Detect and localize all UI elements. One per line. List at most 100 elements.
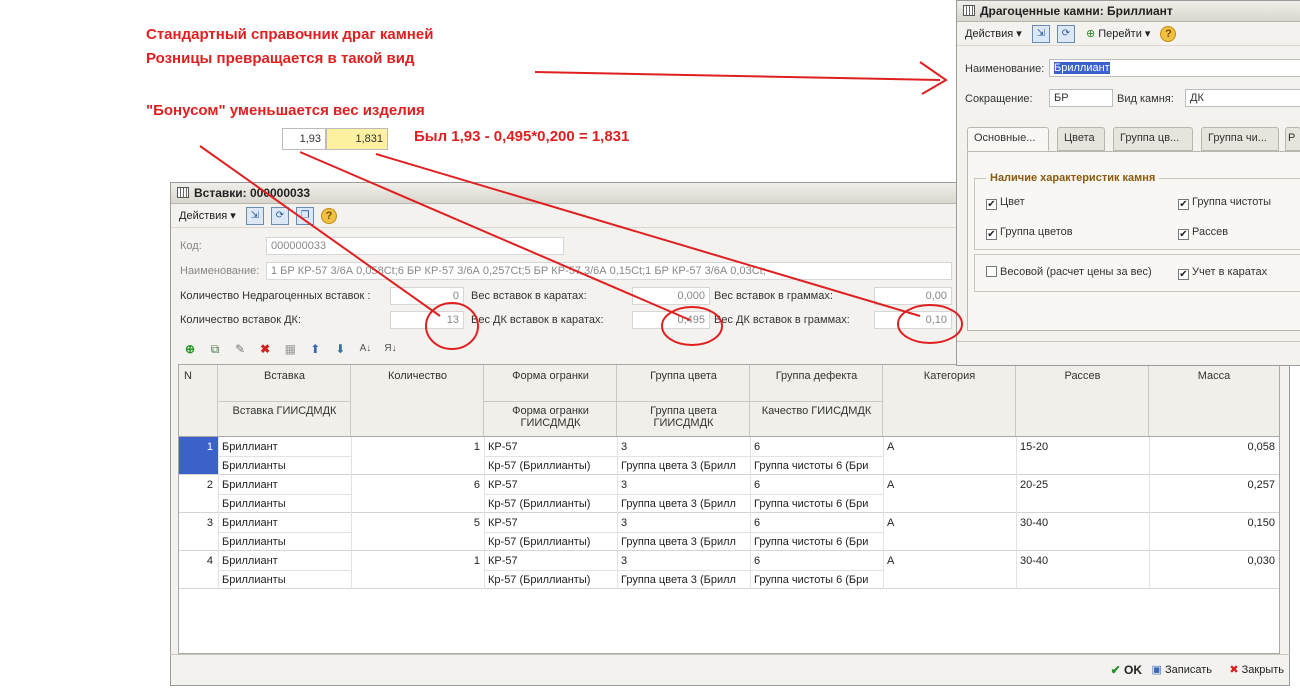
cell-insert[interactable]: Бриллиант	[222, 517, 348, 529]
help-icon[interactable]: ?	[1160, 26, 1177, 42]
cell-qty[interactable]: 1	[355, 555, 480, 567]
tab-color-group[interactable]: Группа цв...	[1113, 127, 1193, 151]
cell-mass[interactable]: 0,150	[1153, 517, 1275, 529]
ok-button[interactable]: ✔ OK	[1111, 663, 1142, 677]
tab-main[interactable]: Основные...	[967, 127, 1049, 151]
stone-name-field[interactable]: Бриллиант	[1049, 59, 1300, 77]
refresh-icon[interactable]: ⟳	[1056, 25, 1075, 43]
save-doc-icon[interactable]: ⇲	[245, 207, 264, 225]
cell-category[interactable]: А	[887, 517, 1013, 529]
col-color-sub[interactable]: Группа цвета ГИИСДМДК	[632, 405, 735, 429]
check-weight-based[interactable]: Весовой (расчет цены за вес)	[986, 266, 1152, 278]
cell-sieve[interactable]: 15-20	[1020, 441, 1146, 453]
cell-mass[interactable]: 0,257	[1153, 479, 1275, 491]
help-icon[interactable]: ?	[321, 208, 338, 224]
check-sieve[interactable]: ✔ Рассев	[1178, 226, 1228, 240]
code-field[interactable]: 000000033	[266, 237, 564, 255]
cell-defect[interactable]: 6	[754, 517, 880, 529]
col-color[interactable]: Группа цвета	[617, 370, 750, 382]
col-cut[interactable]: Форма огранки	[484, 370, 617, 382]
cell-color-sub[interactable]: Группа цвета 3 (Брилл	[621, 536, 747, 548]
col-mass[interactable]: Масса	[1149, 370, 1279, 382]
sort-desc-icon[interactable]: Я↓	[383, 341, 399, 357]
copy-row-icon[interactable]: ⧉	[207, 341, 223, 357]
cell-sieve[interactable]: 20-25	[1020, 479, 1146, 491]
check-carat-account[interactable]: ✔ Учет в каратах	[1178, 266, 1267, 280]
move-up-icon[interactable]: ⬆	[307, 341, 323, 357]
goto-menu[interactable]: ⊕ Перейти ▾	[1082, 25, 1154, 43]
cell-cut[interactable]: КР-57	[488, 555, 614, 567]
cell-mass[interactable]: 0,058	[1153, 441, 1275, 453]
stone-actions-menu[interactable]: Действия ▾	[961, 25, 1026, 43]
cell-defect-sub[interactable]: Группа чистоты 6 (Бри	[754, 574, 880, 586]
cell-defect-sub[interactable]: Группа чистоты 6 (Бри	[754, 460, 880, 472]
col-qty[interactable]: Количество	[351, 370, 484, 382]
cell-insert[interactable]: Бриллиант	[222, 479, 348, 491]
sort-asc-icon[interactable]: A↓	[357, 341, 373, 357]
cell-color[interactable]: 3	[621, 441, 747, 453]
dk-gram-field[interactable]: 0,10	[874, 311, 952, 329]
cell-color-sub[interactable]: Группа цвета 3 (Брилл	[621, 460, 747, 472]
cell-category[interactable]: А	[887, 479, 1013, 491]
col-sieve[interactable]: Рассев	[1016, 370, 1149, 382]
row-number[interactable]: 1	[181, 441, 213, 453]
check-color-group[interactable]: ✔ Группа цветов	[986, 226, 1073, 240]
carat-weight-field[interactable]: 0,000	[632, 287, 710, 305]
cell-insert[interactable]: Бриллиант	[222, 555, 348, 567]
cell-mass[interactable]: 0,030	[1153, 555, 1275, 567]
move-down-icon[interactable]: ⬇	[332, 341, 348, 357]
tab-clarity-group[interactable]: Группа чи...	[1201, 127, 1279, 151]
add-icon[interactable]: ⊕	[182, 341, 198, 357]
cell-cut-sub[interactable]: Кр-57 (Бриллианты)	[488, 460, 614, 472]
cell-sieve[interactable]: 30-40	[1020, 517, 1146, 529]
cell-color[interactable]: 3	[621, 555, 747, 567]
short-field[interactable]: БР	[1049, 89, 1113, 107]
tab-more[interactable]: Р	[1285, 127, 1300, 151]
cell-defect[interactable]: 6	[754, 555, 880, 567]
cell-qty[interactable]: 1	[355, 441, 480, 453]
col-insert[interactable]: Вставка	[218, 370, 351, 382]
save-button[interactable]: ▣ Записать	[1152, 663, 1212, 676]
cell-color[interactable]: 3	[621, 517, 747, 529]
cell-color-sub[interactable]: Группа цвета 3 (Брилл	[621, 498, 747, 510]
cell-cut-sub[interactable]: Кр-57 (Бриллианты)	[488, 536, 614, 548]
cell-cut[interactable]: КР-57	[488, 441, 614, 453]
cell-category[interactable]: А	[887, 441, 1013, 453]
edit-icon[interactable]: ✎	[232, 341, 248, 357]
dk-count-field[interactable]: 13	[390, 311, 464, 329]
col-category[interactable]: Категория	[883, 370, 1016, 382]
copy-icon[interactable]: ❐	[295, 207, 314, 225]
cell-insert[interactable]: Бриллиант	[222, 441, 348, 453]
check-color[interactable]: ✔ Цвет	[986, 196, 1025, 210]
cell-color-sub[interactable]: Группа цвета 3 (Брилл	[621, 574, 747, 586]
gram-weight-field[interactable]: 0,00	[874, 287, 952, 305]
row-number[interactable]: 4	[181, 555, 213, 567]
cell-qty[interactable]: 6	[355, 479, 480, 491]
check-clarity-group[interactable]: ✔ Группа чистоты	[1178, 196, 1271, 210]
col-n[interactable]: N	[179, 370, 197, 382]
cell-insert-sub[interactable]: Бриллианты	[222, 498, 348, 510]
col-cut-sub[interactable]: Форма огранки ГИИСДМДК	[489, 405, 612, 429]
close-button[interactable]: ✖ Закрыть	[1229, 663, 1284, 676]
cheap-count-field[interactable]: 0	[390, 287, 464, 305]
cell-defect-sub[interactable]: Группа чистоты 6 (Бри	[754, 536, 880, 548]
cell-qty[interactable]: 5	[355, 517, 480, 529]
row-number[interactable]: 3	[181, 517, 213, 529]
cell-defect[interactable]: 6	[754, 479, 880, 491]
cell-sieve[interactable]: 30-40	[1020, 555, 1146, 567]
row-number[interactable]: 2	[181, 479, 213, 491]
delete-icon[interactable]: ✖	[257, 341, 273, 357]
cell-insert-sub[interactable]: Бриллианты	[222, 460, 348, 472]
name-field[interactable]: 1 БР КР-57 3/6А 0,058Ct;6 БР КР-57 3/6А …	[266, 262, 952, 280]
stone-type-field[interactable]: ДК	[1185, 89, 1300, 107]
cell-defect-sub[interactable]: Группа чистоты 6 (Бри	[754, 498, 880, 510]
dk-carat-field[interactable]: 0,495	[632, 311, 710, 329]
cell-cut[interactable]: КР-57	[488, 479, 614, 491]
cell-cut-sub[interactable]: Кр-57 (Бриллианты)	[488, 498, 614, 510]
end-edit-icon[interactable]: ▦	[282, 341, 298, 357]
cell-insert-sub[interactable]: Бриллианты	[222, 574, 348, 586]
col-insert-sub[interactable]: Вставка ГИИСДМДК	[218, 405, 351, 417]
cell-color[interactable]: 3	[621, 479, 747, 491]
save-doc-icon[interactable]: ⇲	[1031, 25, 1050, 43]
tab-colors[interactable]: Цвета	[1057, 127, 1105, 151]
